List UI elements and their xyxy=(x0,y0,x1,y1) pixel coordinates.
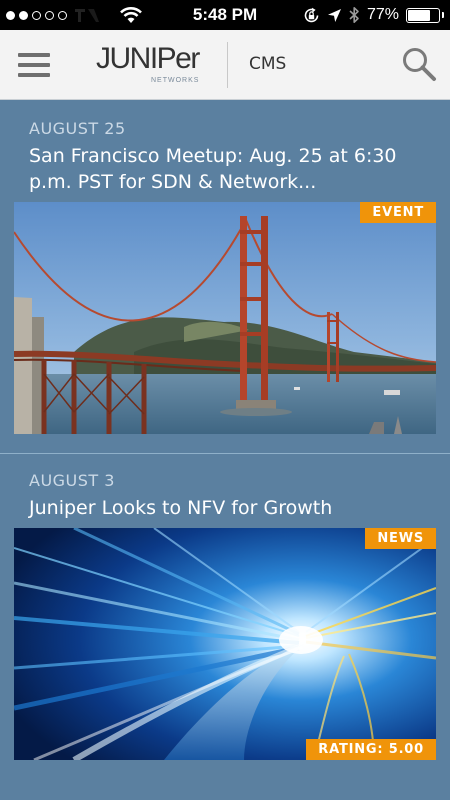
category-badge: NEWS xyxy=(365,528,436,549)
rotation-lock-icon xyxy=(304,7,319,22)
menu-icon-bar xyxy=(18,53,50,57)
app-header: JUNIPer NETWORKS CMS xyxy=(0,30,450,100)
card-title[interactable]: San Francisco Meetup: Aug. 25 at 6:30 p.… xyxy=(29,143,439,195)
light-tunnel-image[interactable]: NEWS RATING: 5.00 xyxy=(14,528,436,760)
logo-subtext: NETWORKS xyxy=(151,77,200,84)
juniper-logo: JUNIPer NETWORKS xyxy=(96,42,208,88)
card-date: AUGUST 25 xyxy=(29,119,126,138)
feed-card[interactable]: AUGUST 25 San Francisco Meetup: Aug. 25 … xyxy=(0,100,450,453)
card-date: AUGUST 3 xyxy=(29,471,115,490)
category-badge: EVENT xyxy=(360,202,436,223)
battery-fill xyxy=(408,9,430,21)
menu-icon-bar xyxy=(18,63,50,67)
feed-card[interactable]: AUGUST 3 Juniper Looks to NFV for Growth xyxy=(0,454,450,800)
menu-icon-bar xyxy=(18,73,50,77)
section-label: CMS xyxy=(249,54,287,74)
menu-button[interactable] xyxy=(18,50,52,80)
logo-wordmark: JUNIPer xyxy=(96,42,200,75)
status-bar: 5:48 PM 77% xyxy=(0,0,450,30)
golden-gate-bridge-image[interactable]: EVENT xyxy=(14,202,436,434)
battery-tip xyxy=(442,12,444,18)
battery-icon xyxy=(406,7,440,23)
light-tunnel-photo xyxy=(14,528,436,760)
bluetooth-icon xyxy=(349,7,359,23)
search-icon[interactable] xyxy=(401,46,437,82)
status-indicators: 77% xyxy=(303,0,444,30)
card-title[interactable]: Juniper Looks to NFV for Growth xyxy=(29,495,439,521)
battery-percent: 77% xyxy=(366,6,399,23)
rating-badge: RATING: 5.00 xyxy=(306,739,436,760)
golden-gate-bridge-photo xyxy=(14,202,436,434)
location-arrow-icon xyxy=(327,8,341,22)
header-divider xyxy=(227,42,228,88)
